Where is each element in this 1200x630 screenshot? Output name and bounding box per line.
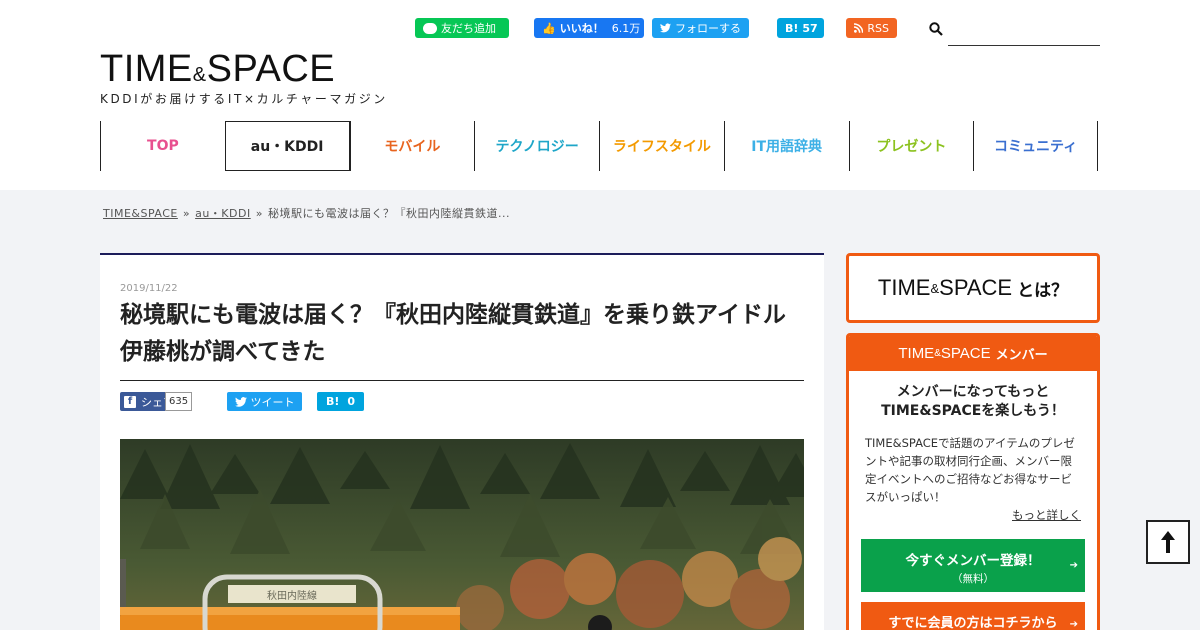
breadcrumb-category-link[interactable]: au・KDDI	[195, 207, 251, 220]
about-banner[interactable]: TIME & SPACE とは？	[846, 253, 1100, 323]
article-title: 秘境駅にも電波は届く？『秋田内陸縦貫鉄道』を乗り鉄アイドル伊藤桃が調べてきた	[120, 302, 786, 365]
breadcrumb: TIME&SPACE» au・KDDI» 秘境駅にも電波は届く？『秋田内陸縦貫鉄道.…	[103, 207, 510, 220]
site-header: 友だち追加 👍 いいね！ 6.1万 フォローする B! 57 RSS TIME&…	[0, 0, 1200, 190]
hatena-bookmark-count: 57	[802, 21, 818, 35]
arrow-right-icon: ➔	[1069, 560, 1078, 571]
tweet-button[interactable]: ツイート	[227, 392, 302, 411]
line-add-friend-button[interactable]: 友だち追加	[415, 18, 509, 38]
site-tagline: KDDIがお届けするIT×カルチャーマガジン	[100, 92, 388, 106]
article-hero-image: 秋田内陸線	[120, 439, 804, 630]
rss-button[interactable]: RSS	[846, 18, 897, 38]
twitter-bird-icon	[234, 396, 247, 407]
nav-item-present[interactable]: プレゼント	[848, 121, 974, 171]
member-box-header: TIME & SPACE メンバー	[849, 336, 1097, 371]
search-input[interactable]	[948, 18, 1100, 46]
search-icon[interactable]	[929, 22, 943, 36]
railway-photo: 秋田内陸線	[120, 439, 804, 630]
member-more-link[interactable]: もっと詳しく	[849, 507, 1081, 523]
twitter-follow-button[interactable]: フォローする	[652, 18, 749, 38]
train-sign-text: 秋田内陸線	[267, 589, 317, 602]
nav-item-mobile[interactable]: モバイル	[349, 121, 475, 171]
title-divider	[120, 380, 804, 381]
article-date: 2019/11/22	[120, 283, 178, 294]
line-icon	[423, 22, 437, 34]
member-box: TIME & SPACE メンバー メンバーになってもっと TIME&SPACEを楽し…	[846, 333, 1100, 630]
nav-item-it-glossary[interactable]: IT用語辞典	[723, 121, 849, 171]
global-nav: TOP au・KDDI モバイル テクノロジー ライフスタイル IT用語辞典 プ…	[100, 121, 1098, 171]
facebook-share-count: 635	[165, 392, 193, 411]
facebook-like-count: 6.1万	[611, 22, 641, 35]
nav-item-community[interactable]: コミュニティ	[973, 121, 1098, 171]
nav-item-lifestyle[interactable]: ライフスタイル	[599, 121, 724, 171]
nav-item-technology[interactable]: テクノロジー	[474, 121, 599, 171]
site-logo[interactable]: TIME&SPACE	[100, 50, 335, 88]
facebook-like-button[interactable]: 👍 いいね！ 6.1万	[534, 18, 644, 38]
arrow-up-icon	[1161, 531, 1175, 553]
article: 2019/11/22 秘境駅にも電波は届く？『秋田内陸縦貫鉄道』を乗り鉄アイドル…	[100, 253, 824, 630]
twitter-bird-icon	[660, 23, 671, 33]
nav-item-top[interactable]: TOP	[100, 121, 225, 171]
breadcrumb-home-link[interactable]: TIME&SPACE	[103, 207, 178, 220]
login-button[interactable]: すでに会員の方はコチラから ➔	[861, 602, 1085, 630]
back-to-top-button[interactable]	[1146, 520, 1190, 564]
member-description: TIME&SPACEで話題のアイテムのプレゼントや記事の取材同行企画、メンバー限…	[865, 436, 1075, 504]
hatena-share-count: 0	[347, 395, 356, 408]
thumbs-up-icon: 👍	[542, 21, 556, 35]
hatena-share-button[interactable]: B! 0	[317, 392, 364, 411]
rss-icon	[854, 23, 864, 33]
breadcrumb-current: 秘境駅にも電波は届く？『秋田内陸縦貫鉄道...	[267, 207, 510, 220]
register-button[interactable]: 今すぐメンバー登録！ （無料） ➔	[861, 539, 1085, 592]
arrow-right-icon: ➔	[1069, 619, 1078, 630]
facebook-icon: f	[124, 395, 136, 408]
nav-item-au-kddi[interactable]: au・KDDI	[224, 121, 350, 171]
hatena-bookmark-button[interactable]: B! 57	[777, 18, 824, 38]
member-lead: メンバーになってもっと TIME&SPACEを楽しもう！	[881, 384, 1065, 419]
